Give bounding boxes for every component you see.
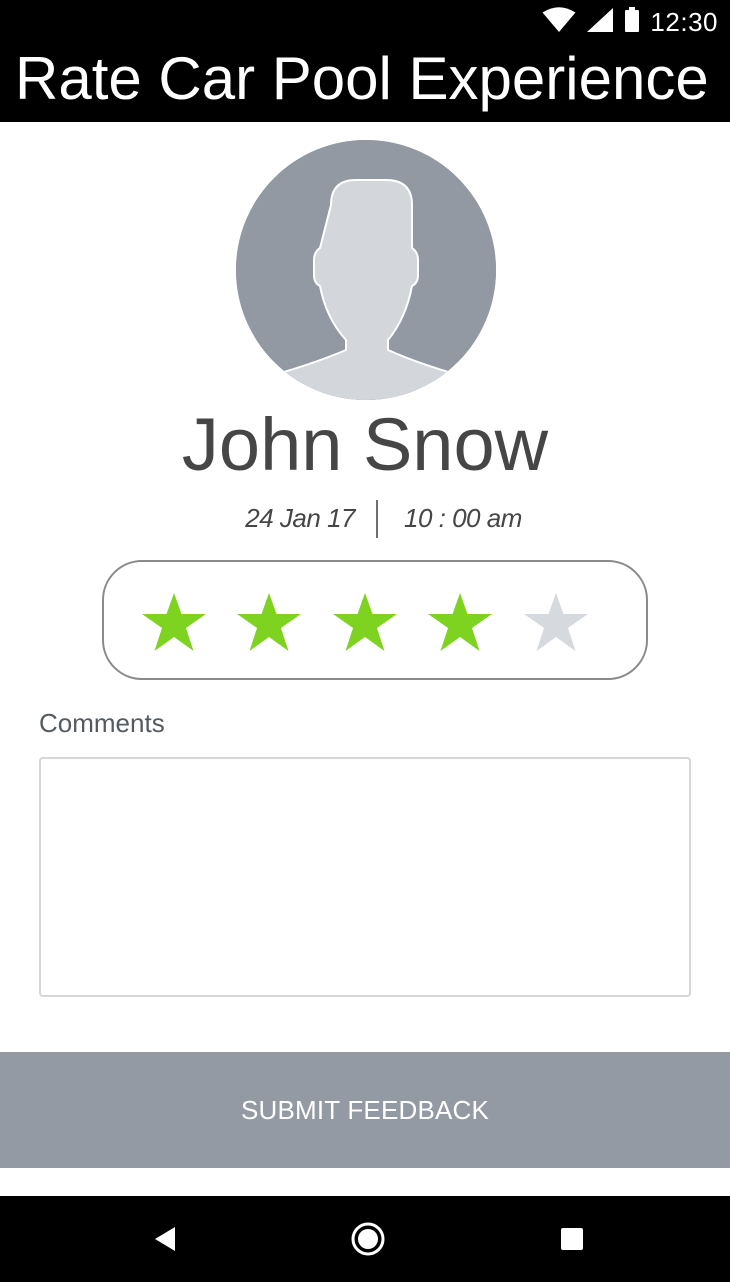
- trip-time: 10 : 00 am: [404, 503, 522, 533]
- home-icon[interactable]: [328, 1196, 408, 1282]
- page-title: Rate Car Pool Experience: [15, 45, 709, 112]
- status-bar: 12:30: [0, 0, 730, 44]
- avatar: [236, 140, 496, 400]
- status-time: 12:30: [650, 6, 718, 37]
- trip-meta: 24 Jan 17 10 : 00 am: [0, 500, 730, 540]
- person-silhouette-icon: [236, 140, 496, 400]
- trip-date: 24 Jan 17: [245, 503, 355, 533]
- battery-icon: [624, 6, 640, 38]
- submit-feedback-button[interactable]: SUBMIT FEEDBACK: [0, 1052, 730, 1168]
- meta-divider: [376, 500, 378, 538]
- app-bar: Rate Car Pool Experience: [0, 44, 730, 122]
- star-5-icon[interactable]: [522, 591, 590, 655]
- driver-name: John Snow: [181, 403, 549, 486]
- star-2-icon[interactable]: [235, 591, 303, 655]
- cell-signal-icon: [586, 7, 614, 38]
- comments-label: Comments: [39, 708, 165, 738]
- recents-icon[interactable]: [532, 1196, 612, 1282]
- star-rating: [102, 560, 648, 680]
- star-4-icon[interactable]: [426, 591, 494, 655]
- comments-field[interactable]: [39, 757, 691, 997]
- nav-bar: [0, 1196, 730, 1282]
- back-icon[interactable]: [125, 1196, 205, 1282]
- wifi-icon: [542, 6, 576, 38]
- star-3-icon[interactable]: [331, 591, 399, 655]
- status-icons: 12:30: [542, 0, 718, 44]
- star-1-icon[interactable]: [140, 591, 208, 655]
